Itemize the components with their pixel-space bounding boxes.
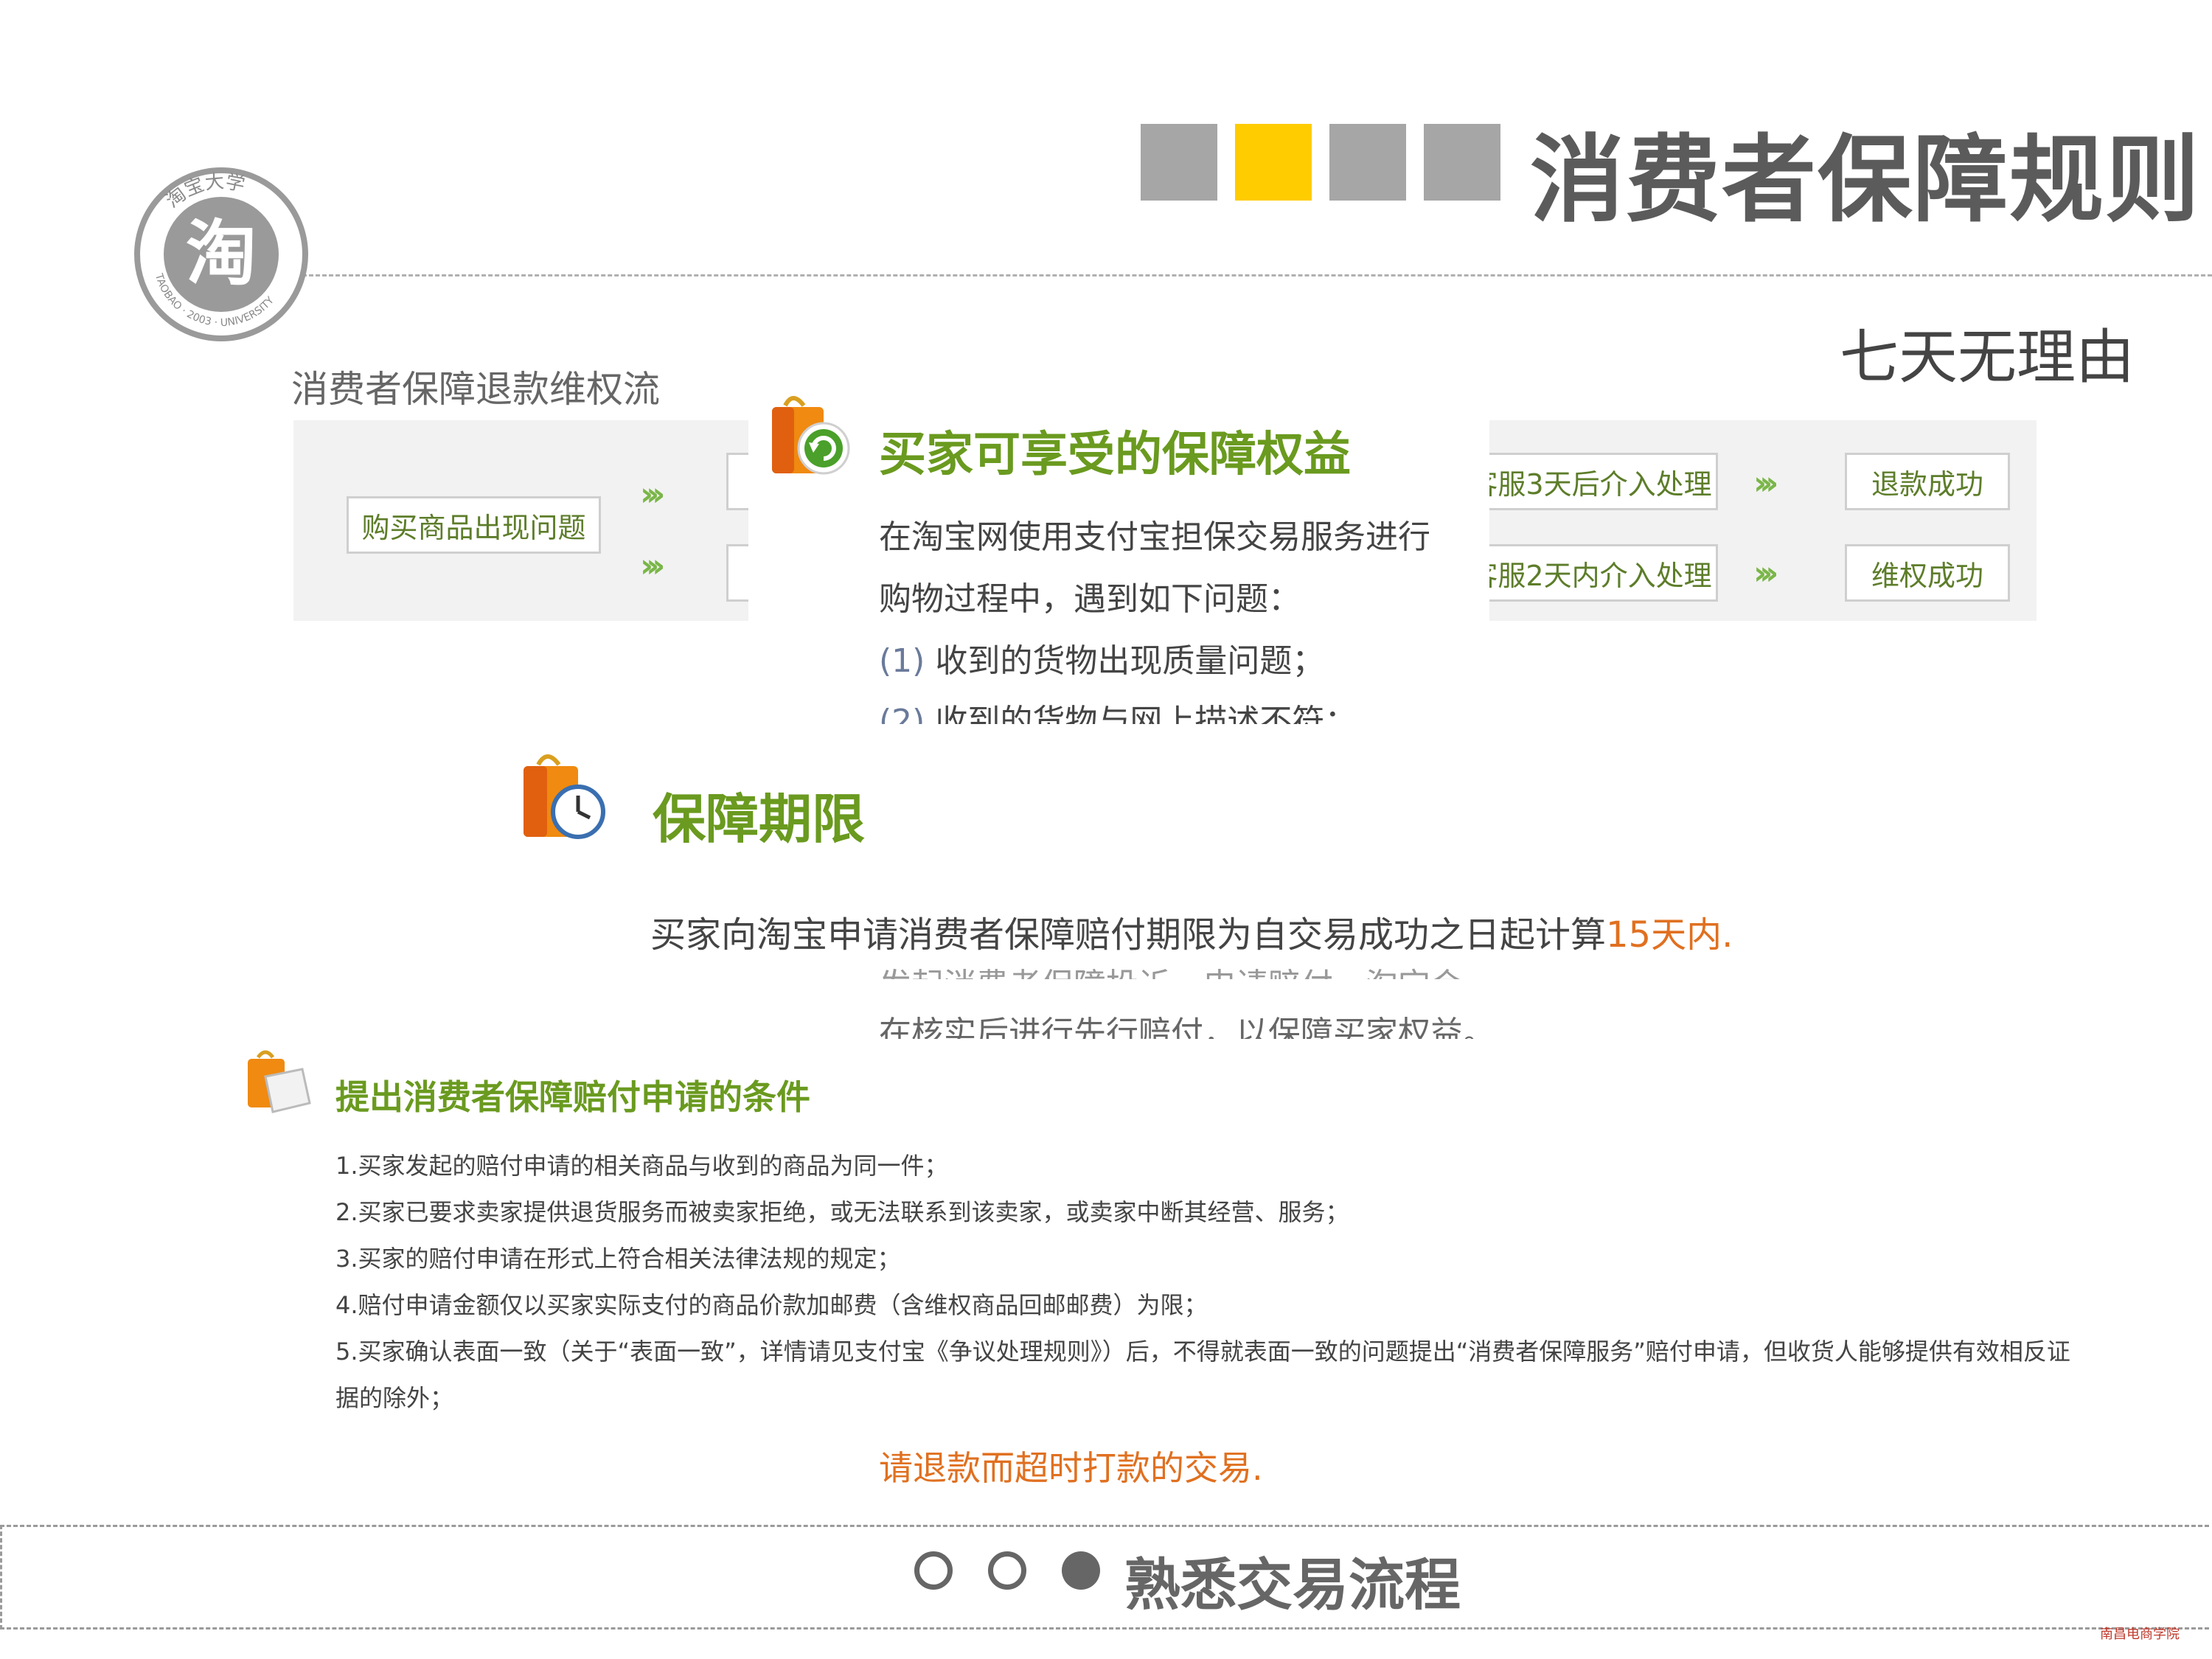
- document-icon: [248, 1050, 311, 1113]
- flow-arrow-icon: ›››: [640, 547, 666, 585]
- step-circle-empty: [988, 1551, 1026, 1590]
- period-faded-line-2: 在核实后进行先行赔付，以保障买家权益。: [879, 1015, 1495, 1039]
- period-text: 买家向淘宝申请消费者保障赔付期限为自交易成功之日起计算15天内.: [650, 914, 1733, 956]
- flow-arrow-icon: ›››: [640, 476, 666, 513]
- page-subtitle: 七天无理由: [1840, 323, 2135, 392]
- condition-item: 5.买家确认表面一致（关于“表面一致”，详情请见支付宝《争议处理规则》）后，不得…: [335, 1338, 2070, 1366]
- condition-item: 据的除外；: [335, 1384, 454, 1412]
- benefits-line-2: 购物过程中，遇到如下问题：: [879, 580, 1301, 618]
- flow-arrow-icon: ›››: [1753, 465, 1779, 502]
- condition-item: 4.赔付申请金额仅以买家实际支付的商品价款加邮费（含维权商品回邮邮费）为限；: [335, 1291, 1208, 1319]
- progress-square-3: [1329, 124, 1406, 201]
- shopping-bag-clock-icon: [524, 754, 605, 839]
- benefits-item-1: (1) 收到的货物出现质量问题；: [879, 642, 1325, 680]
- progress-square-2: [1235, 124, 1312, 201]
- progress-square-4: [1424, 124, 1500, 201]
- flow-mid-bottom-box: 客服2天内介入处理: [1464, 544, 1718, 602]
- page-title: 消费者保障规则: [1530, 125, 2202, 235]
- period-faded-line-1: 发起消费者保障投诉，申请赔付，淘宝会: [879, 959, 1463, 979]
- condition-item: 3.买家的赔付申请在形式上符合相关法律法规的规定；: [335, 1245, 901, 1273]
- header-divider: [302, 274, 2212, 276]
- flow-caption: 消费者保障退款维权流: [291, 368, 660, 411]
- flow-mid-top-box: 客服3天后介入处理: [1464, 453, 1718, 510]
- flow-end-top-box: 退款成功: [1845, 453, 2010, 510]
- flow-arrow-icon: ›››: [1753, 554, 1779, 592]
- benefits-title: 买家可享受的保障权益: [879, 428, 1351, 482]
- footer-title: 熟悉交易流程: [1124, 1552, 1461, 1618]
- taobao-university-logo: 淘宝大学 TAOBAO · 2003 · UNIVERSITY 淘: [134, 167, 308, 341]
- benefits-line-1: 在淘宝网使用支付宝担保交易服务进行: [879, 518, 1430, 556]
- benefits-item-2: (2) 收到的货物与网上描述不符；: [879, 703, 1357, 724]
- flow-end-bottom-box: 维权成功: [1845, 544, 2010, 602]
- step-circle-filled: [1062, 1551, 1100, 1590]
- conditions-title: 提出消费者保障赔付申请的条件: [335, 1077, 810, 1117]
- progress-square-1: [1141, 124, 1217, 201]
- corner-logo: 南昌电商学院: [2100, 1627, 2180, 1642]
- step-circle-empty: [914, 1551, 953, 1590]
- condition-item: 1.买家发起的赔付申请的相关商品与收到的商品为同一件；: [335, 1152, 948, 1180]
- period-title: 保障期限: [653, 788, 866, 850]
- flow-start-box: 购买商品出现问题: [347, 496, 601, 554]
- footer-bar: [0, 1525, 2209, 1630]
- condition-item: 2.买家已要求卖家提供退货服务而被卖家拒绝，或无法联系到该卖家，或卖家中断其经营…: [335, 1198, 1349, 1226]
- refund-timeout-note: 请退款而超时打款的交易.: [879, 1448, 1263, 1488]
- shopping-bag-refresh-icon: [772, 396, 850, 475]
- svg-text:淘: 淘: [186, 212, 257, 295]
